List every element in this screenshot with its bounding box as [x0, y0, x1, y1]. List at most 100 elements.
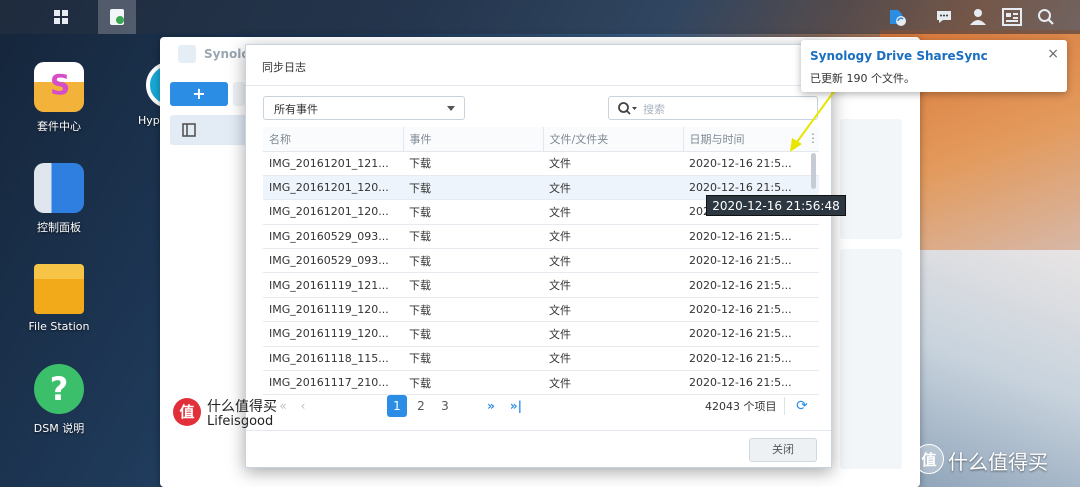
cell-name: IMG_20160529_093... [263, 248, 403, 274]
page-button-2[interactable]: 2 [411, 395, 431, 417]
cell-name: IMG_20161119_120... [263, 297, 403, 323]
cell-event: 下载 [403, 175, 543, 201]
refresh-icon[interactable]: ⟳ [790, 395, 814, 417]
cell-event: 下载 [403, 224, 543, 250]
cell-type: 文件 [543, 321, 683, 347]
event-filter-value: 所有事件 [274, 103, 318, 116]
desktop-icon-file-station[interactable]: File Station [19, 264, 99, 333]
divider [246, 430, 831, 431]
cell-event: 下载 [403, 272, 543, 298]
page-button-3[interactable]: 3 [435, 395, 455, 417]
close-button[interactable]: 关闭 [749, 438, 817, 462]
watermark-text: 什么值得买 [948, 450, 1048, 474]
page-button-1[interactable]: 1 [387, 395, 407, 417]
content-pane [840, 249, 902, 469]
cell-type: 文件 [543, 151, 683, 176]
cell-name: IMG_20160529_093... [263, 224, 403, 250]
search-placeholder: 搜索 [643, 103, 665, 116]
widgets-icon[interactable] [993, 0, 1031, 34]
desktop-icon-package-center[interactable]: S 套件中心 [19, 62, 99, 134]
cell-datetime: 2020-12-16 21:5... [683, 321, 819, 347]
chat-icon[interactable] [925, 0, 963, 34]
panel-icon [182, 123, 196, 137]
cell-event: 下载 [403, 297, 543, 323]
search-icon[interactable] [1027, 0, 1065, 34]
help-icon: ? [34, 364, 84, 414]
cell-event: 下载 [403, 346, 543, 372]
cell-datetime: 2020-12-16 21:5... [683, 346, 819, 372]
add-button[interactable]: + [170, 82, 228, 106]
column-header-type[interactable]: 文件/文件夹 [543, 127, 684, 152]
cell-type: 文件 [543, 272, 683, 298]
chevron-down-icon [447, 106, 455, 111]
sharesync-notification[interactable]: Synology Drive ShareSync 已更新 190 个文件。 × [801, 40, 1067, 92]
cell-name: IMG_20161201_121... [263, 151, 403, 176]
datetime-tooltip: 2020-12-16 21:56:48 [706, 195, 846, 216]
cell-type: 文件 [543, 370, 683, 396]
table-header-row: 名称 事件 文件/文件夹 日期与时间 [263, 127, 819, 152]
desktop-icon-label: DSM 说明 [33, 422, 85, 435]
cell-event: 下载 [403, 151, 543, 176]
package-center-icon: S [34, 62, 84, 112]
cell-type: 文件 [543, 346, 683, 372]
sync-log-table: 名称 事件 文件/文件夹 日期与时间 IMG_20161201_121... 下载… [263, 127, 819, 396]
secondary-button[interactable] [233, 82, 245, 106]
column-header-name[interactable]: 名称 [263, 127, 404, 152]
cell-type: 文件 [543, 199, 683, 225]
total-items: 42043 个项目 [705, 400, 777, 413]
cell-name: IMG_20161118_115... [263, 346, 403, 372]
divider [784, 397, 785, 415]
watermark-text: 什么值得买 [207, 399, 277, 415]
next-page-button[interactable]: » [482, 395, 500, 417]
control-panel-icon [34, 163, 84, 213]
apps-grid-icon[interactable] [42, 0, 80, 34]
cell-name: IMG_20161201_120... [263, 199, 403, 225]
cell-type: 文件 [543, 297, 683, 323]
synology-drive-icon[interactable] [98, 0, 136, 34]
table-row[interactable]: IMG_20161118_115... 下载 文件 2020-12-16 21:5..… [263, 346, 819, 372]
app-logo-icon [178, 45, 196, 63]
cell-name: IMG_20161119_120... [263, 321, 403, 347]
watermark-badge: 值 [914, 444, 944, 474]
cell-name: IMG_20161119_121... [263, 272, 403, 298]
table-row[interactable]: IMG_20161117_210... 下载 文件 2020-12-16 21:5..… [263, 370, 819, 396]
cell-type: 文件 [543, 224, 683, 250]
close-icon[interactable]: × [1047, 46, 1059, 62]
cell-datetime: 2020-12-16 21:5... [683, 297, 819, 323]
cell-datetime: 2020-12-16 21:5... [683, 370, 819, 396]
cell-name: IMG_20161117_210... [263, 370, 403, 396]
cell-datetime: 2020-12-16 21:5... [683, 248, 819, 274]
cell-name: IMG_20161201_120... [263, 175, 403, 201]
column-header-event[interactable]: 事件 [403, 127, 544, 152]
table-row[interactable]: IMG_20160529_093... 下载 文件 2020-12-16 21:5..… [263, 248, 819, 274]
notification-title: Synology Drive ShareSync [810, 49, 988, 63]
sync-log-dialog: 同步日志 所有事件 搜索 名称 事件 文件/文件夹 日期与时间 IMG_2016… [245, 44, 832, 468]
event-filter-dropdown[interactable]: 所有事件 [263, 96, 465, 120]
search-icon [618, 102, 637, 115]
divider [246, 85, 831, 86]
sidebar-item-selected[interactable] [170, 115, 248, 145]
desktop-icon-dsm-help[interactable]: ? DSM 说明 [19, 364, 99, 436]
desktop-icon-control-panel[interactable]: 控制面板 [19, 163, 99, 235]
sync-status-icon[interactable] [878, 0, 916, 34]
cell-datetime: 2020-12-16 21:5... [683, 272, 819, 298]
watermark-badge: 值 [173, 398, 201, 426]
last-page-button[interactable]: »| [506, 395, 526, 417]
cell-datetime: 2020-12-16 21:5... [683, 224, 819, 250]
table-row[interactable]: IMG_20161119_120... 下载 文件 2020-12-16 21:5..… [263, 297, 819, 323]
watermark-logo: 值 什么值得买 Lifeisgood [173, 394, 303, 434]
cell-event: 下载 [403, 199, 543, 225]
desktop-icon-label: 套件中心 [37, 120, 81, 133]
taskbar [0, 0, 1080, 34]
table-row[interactable]: IMG_20160529_093... 下载 文件 2020-12-16 21:5..… [263, 224, 819, 250]
desktop-icon-label: 控制面板 [37, 221, 81, 234]
user-icon[interactable] [959, 0, 997, 34]
cell-event: 下载 [403, 248, 543, 274]
folder-icon [34, 264, 84, 314]
table-row[interactable]: IMG_20161119_121... 下载 文件 2020-12-16 21:5..… [263, 272, 819, 298]
watermark-subtext: Lifeisgood [207, 414, 274, 429]
cell-type: 文件 [543, 175, 683, 201]
desktop-icon-label: File Station [28, 320, 90, 333]
table-row[interactable]: IMG_20161201_121... 下载 文件 2020-12-16 21:5..… [263, 151, 819, 176]
table-row[interactable]: IMG_20161119_120... 下载 文件 2020-12-16 21:5..… [263, 321, 819, 347]
